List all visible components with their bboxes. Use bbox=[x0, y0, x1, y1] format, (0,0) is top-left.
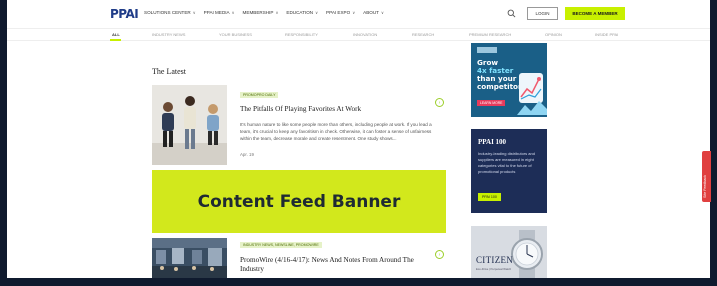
chevron-down-icon: ∨ bbox=[315, 10, 319, 15]
chevron-down-icon: ∨ bbox=[380, 10, 384, 15]
article-date: Apr. 19 bbox=[240, 152, 254, 157]
tab-innovation[interactable]: INNOVATION bbox=[353, 32, 377, 37]
article-arrow-icon[interactable]: › bbox=[435, 250, 444, 259]
nav-solutions-center[interactable]: SOLUTIONS CENTER ∨ bbox=[144, 10, 196, 15]
chevron-down-icon: ∨ bbox=[231, 10, 235, 15]
article-tag[interactable]: PROMOPRO DAILY bbox=[240, 92, 279, 98]
ad-title: PPAI 100 bbox=[478, 138, 507, 146]
ad-description: Industry-leading distributors and suppli… bbox=[478, 151, 535, 174]
ad-ppai-100[interactable]: PPAI 100 Industry-leading distributors a… bbox=[471, 129, 547, 213]
tab-research[interactable]: RESEARCH bbox=[412, 32, 434, 37]
ad-learn-more-button[interactable]: LEARN MORE bbox=[477, 100, 506, 106]
page: PPAI SOLUTIONS CENTER ∨ PPAI MEDIA ∨ MEMBE… bbox=[7, 0, 710, 278]
chevron-down-icon: ∨ bbox=[275, 10, 279, 15]
nav-label: MEMBERSHIP bbox=[242, 10, 274, 15]
article-title[interactable]: PromoWire (4/16-4/17): News And Notes Fr… bbox=[240, 256, 430, 274]
chevron-down-icon: ∨ bbox=[192, 10, 196, 15]
tab-inside-ppai[interactable]: INSIDE PPAI bbox=[595, 32, 618, 37]
become-member-button[interactable]: BECOME A MEMBER bbox=[565, 7, 625, 20]
content-feed-banner[interactable]: Content Feed Banner bbox=[152, 170, 446, 233]
article-title[interactable]: The Pitfalls Of Playing Favorites At Wor… bbox=[240, 105, 450, 113]
article-image[interactable] bbox=[152, 238, 227, 278]
search-icon[interactable] bbox=[507, 9, 516, 18]
tab-premium-research[interactable]: PREMIUM RESEARCH bbox=[469, 32, 511, 37]
nav-label: SOLUTIONS CENTER bbox=[144, 10, 191, 15]
nav-about[interactable]: ABOUT ∨ bbox=[363, 10, 384, 15]
login-button[interactable]: LOGIN bbox=[527, 7, 558, 20]
tab-opinion[interactable]: OPINION bbox=[545, 32, 562, 37]
nav-label: PPAI MEDIA bbox=[203, 10, 230, 15]
nav-ppai-media[interactable]: PPAI MEDIA ∨ bbox=[204, 10, 235, 15]
main-nav: SOLUTIONS CENTER ∨ PPAI MEDIA ∨ MEMBERSHIP… bbox=[144, 10, 384, 15]
article-image[interactable] bbox=[152, 85, 227, 165]
article-tag[interactable]: INDUSTRY NEWS, NEWSLINE, PROMOWIRE bbox=[240, 242, 322, 248]
nav-label: PPAI EXPO bbox=[326, 10, 351, 15]
citizen-brand: CITIZEN bbox=[476, 255, 514, 265]
site-feedback-tab[interactable]: Site Feedback bbox=[702, 151, 711, 202]
ppai-logo[interactable]: PPAI bbox=[110, 7, 139, 21]
chevron-down-icon: ∨ bbox=[352, 10, 356, 15]
tab-all[interactable]: ALL bbox=[112, 32, 120, 37]
nav-education[interactable]: EDUCATION ∨ bbox=[286, 10, 318, 15]
growth-chart-icon bbox=[517, 73, 547, 115]
category-tabs: ALL INDUSTRY NEWS YOUR BUSINESS RESPONSI… bbox=[7, 28, 710, 41]
tab-industry-news[interactable]: INDUSTRY NEWS bbox=[152, 32, 185, 37]
feedback-label: Site Feedback bbox=[703, 175, 707, 198]
citizen-subtitle: Eco-Drive | Perpetual Watch bbox=[476, 267, 512, 271]
top-bar: PPAI SOLUTIONS CENTER ∨ PPAI MEDIA ∨ MEMBE… bbox=[7, 0, 710, 28]
nav-ppai-expo[interactable]: PPAI EXPO ∨ bbox=[326, 10, 355, 15]
nav-membership[interactable]: MEMBERSHIP ∨ bbox=[243, 10, 279, 15]
watch-icon bbox=[511, 230, 543, 278]
tab-responsibility[interactable]: RESPONSIBILITY bbox=[285, 32, 318, 37]
nav-label: EDUCATION bbox=[286, 10, 314, 15]
nav-label: ABOUT bbox=[363, 10, 379, 15]
active-tab-indicator bbox=[110, 39, 121, 41]
people-photo bbox=[152, 85, 227, 165]
ad-grow-faster[interactable]: Grow 4x faster than your competitors LEA… bbox=[471, 43, 547, 117]
ad-ppai-100-button[interactable]: PPAI 100 bbox=[478, 193, 501, 201]
expo-photo bbox=[152, 238, 227, 278]
article-arrow-icon[interactable]: › bbox=[435, 98, 444, 107]
ad-logo bbox=[477, 47, 497, 53]
section-title: The Latest bbox=[152, 67, 186, 76]
ad-citizen-watch[interactable]: CITIZEN Eco-Drive | Perpetual Watch bbox=[471, 226, 547, 278]
tab-your-business[interactable]: YOUR BUSINESS bbox=[219, 32, 252, 37]
article-excerpt: It's human nature to like some people mo… bbox=[240, 122, 432, 141]
